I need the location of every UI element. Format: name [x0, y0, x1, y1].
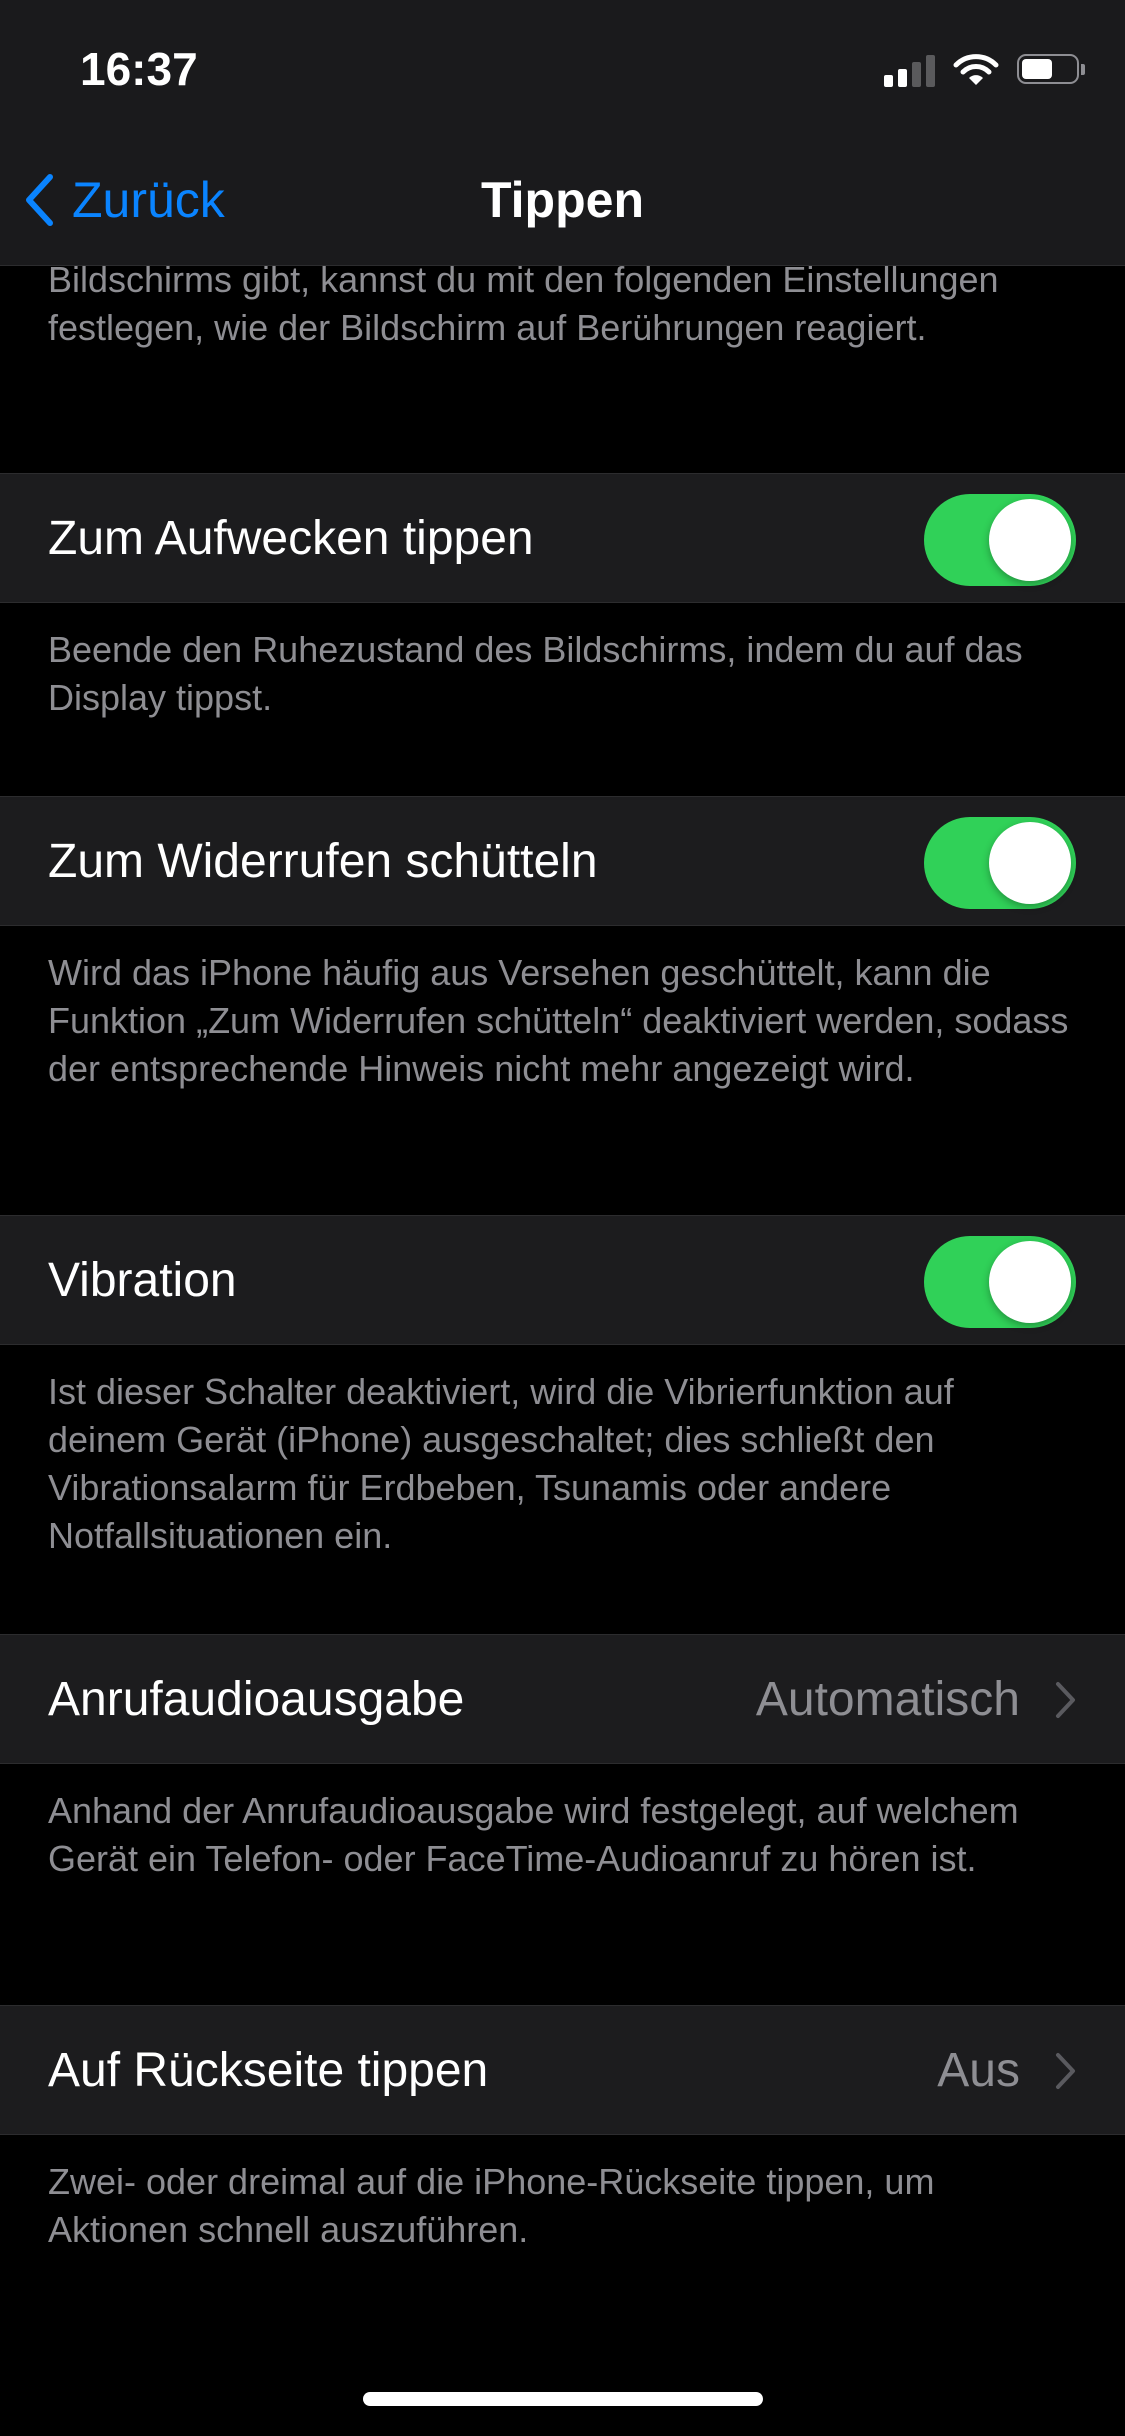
setting-description: Zwei- oder dreimal auf die iPhone-Rückse… — [48, 2161, 935, 2250]
tap-to-wake-toggle[interactable] — [924, 494, 1076, 586]
toggle-knob — [989, 499, 1071, 581]
setting-description: Anhand der Anrufaudioausgabe wird festge… — [48, 1790, 1019, 1879]
setting-row-shake-to-undo[interactable]: Zum Widerrufen schütteln — [0, 796, 1125, 926]
setting-label: Auf Rückseite tippen — [48, 2044, 489, 2097]
cellular-signal-icon — [884, 53, 935, 87]
toggle-knob — [989, 1241, 1071, 1323]
setting-description: Beende den Ruhezustand des Bildschirms, … — [48, 629, 1023, 718]
home-indicator[interactable] — [363, 2392, 763, 2406]
status-icons — [884, 50, 1085, 90]
setting-label: Anrufaudioausgabe — [48, 1673, 465, 1726]
wifi-icon — [953, 54, 999, 85]
setting-label: Zum Aufwecken tippen — [48, 512, 534, 565]
vibration-toggle[interactable] — [924, 1236, 1076, 1328]
setting-value: Aus — [937, 2044, 1020, 2097]
battery-icon — [1017, 54, 1085, 86]
setting-description: Wird das iPhone häufig aus Versehen gesc… — [48, 952, 1069, 1089]
settings-screen: Bildschirms gibt, kannst du mit den folg… — [0, 0, 1125, 2436]
setting-row-call-audio-routing[interactable]: Anrufaudioausgabe Automatisch — [0, 1634, 1125, 1764]
setting-value: Automatisch — [755, 1673, 1020, 1726]
setting-row-vibration[interactable]: Vibration — [0, 1215, 1125, 1345]
navigation-header: 16:37 Zurück Tippen — [0, 0, 1125, 266]
setting-row-back-tap[interactable]: Auf Rückseite tippen Aus — [0, 2005, 1125, 2135]
shake-to-undo-toggle[interactable] — [924, 817, 1076, 909]
chevron-right-icon — [1056, 1682, 1075, 1718]
setting-label: Vibration — [48, 1254, 237, 1307]
setting-label: Zum Widerrufen schütteln — [48, 835, 598, 888]
status-time: 16:37 — [80, 43, 198, 95]
page-title: Tippen — [481, 172, 644, 228]
setting-description: Ist dieser Schalter deaktiviert, wird di… — [48, 1371, 954, 1556]
intro-description: Bildschirms gibt, kannst du mit den folg… — [48, 259, 999, 348]
chevron-right-icon — [1056, 2053, 1075, 2089]
toggle-knob — [989, 822, 1071, 904]
setting-row-tap-to-wake[interactable]: Zum Aufwecken tippen — [0, 473, 1125, 603]
